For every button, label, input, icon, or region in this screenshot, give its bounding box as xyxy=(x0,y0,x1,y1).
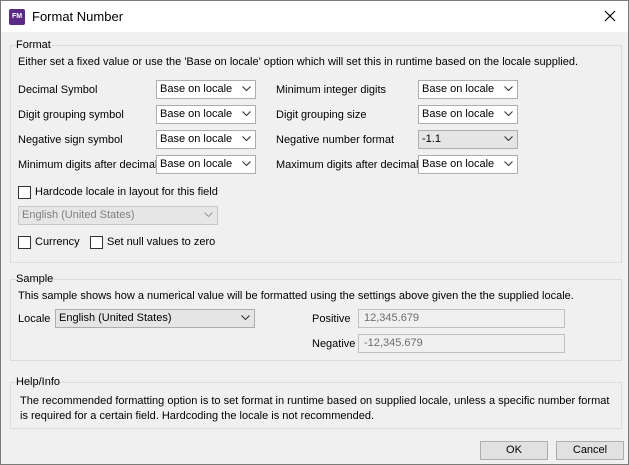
help-group-title: Help/Info xyxy=(16,376,61,388)
null-to-zero-label: Set null values to zero xyxy=(107,236,216,248)
chevron-down-icon xyxy=(242,111,251,117)
hardcode-locale-select[interactable]: English (United States) xyxy=(18,206,218,225)
locale-value: English (United States) xyxy=(59,312,172,324)
min-digits-after-decimal-select[interactable]: Base on locale xyxy=(156,155,256,174)
ok-button[interactable]: OK xyxy=(480,441,548,460)
decimal-symbol-value: Base on locale xyxy=(160,83,233,95)
positive-label: Positive xyxy=(312,313,351,325)
min-integer-digits-select[interactable]: Base on locale xyxy=(418,80,518,99)
format-number-dialog: FM Format Number Format Either set a fix… xyxy=(0,0,629,465)
chevron-down-icon xyxy=(242,86,251,92)
locale-label: Locale xyxy=(18,313,51,325)
max-digits-after-decimal-select[interactable]: Base on locale xyxy=(418,155,518,174)
min-digits-after-decimal-value: Base on locale xyxy=(160,158,233,170)
min-integer-digits-value: Base on locale xyxy=(422,83,495,95)
chevron-down-icon xyxy=(241,315,250,321)
help-text: The recommended formatting option is to … xyxy=(20,395,610,422)
negative-sign-symbol-value: Base on locale xyxy=(160,133,233,145)
chevron-down-icon xyxy=(504,111,513,117)
max-digits-after-decimal-value: Base on locale xyxy=(422,158,495,170)
currency-label: Currency xyxy=(35,236,80,248)
close-button[interactable] xyxy=(597,5,623,27)
null-to-zero-checkbox[interactable] xyxy=(90,236,103,249)
format-group xyxy=(10,45,622,263)
hardcode-locale-value: English (United States) xyxy=(22,209,135,221)
app-icon: FM xyxy=(9,9,25,25)
sample-group-title: Sample xyxy=(16,273,54,285)
digit-grouping-symbol-select[interactable]: Base on locale xyxy=(156,105,256,124)
negative-number-format-label: Negative number format xyxy=(276,134,394,146)
sample-description: This sample shows how a numerical value … xyxy=(18,290,574,302)
min-integer-digits-label: Minimum integer digits xyxy=(276,84,387,96)
digit-grouping-symbol-value: Base on locale xyxy=(160,108,233,120)
dialog-title: Format Number xyxy=(32,9,124,24)
negative-number-format-value: -1.1 xyxy=(422,133,441,145)
format-description: Either set a fixed value or use the 'Bas… xyxy=(18,56,579,68)
positive-value: 12,345.679 xyxy=(364,312,420,324)
chevron-down-icon xyxy=(242,136,251,142)
max-digits-after-decimal-label: Maximum digits after decimal xyxy=(276,159,419,171)
negative-sign-symbol-select[interactable]: Base on locale xyxy=(156,130,256,149)
digit-grouping-size-select[interactable]: Base on locale xyxy=(418,105,518,124)
negative-sign-symbol-label: Negative sign symbol xyxy=(18,134,123,146)
negative-number-format-select[interactable]: -1.1 xyxy=(418,130,518,149)
negative-label: Negative xyxy=(312,338,356,350)
hardcode-locale-checkbox[interactable] xyxy=(18,186,31,199)
cancel-button[interactable]: Cancel xyxy=(556,441,624,460)
chevron-down-icon xyxy=(504,136,513,142)
chevron-down-icon xyxy=(242,161,251,167)
chevron-down-icon xyxy=(204,212,213,218)
negative-value: -12,345.679 xyxy=(364,337,423,349)
format-group-title: Format xyxy=(16,39,51,51)
negative-field: -12,345.679 xyxy=(358,334,565,353)
chevron-down-icon xyxy=(504,161,513,167)
digit-grouping-size-value: Base on locale xyxy=(422,108,495,120)
locale-select[interactable]: English (United States) xyxy=(55,309,255,328)
positive-field: 12,345.679 xyxy=(358,309,565,328)
chevron-down-icon xyxy=(504,86,513,92)
decimal-symbol-select[interactable]: Base on locale xyxy=(156,80,256,99)
digit-grouping-size-label: Digit grouping size xyxy=(276,109,367,121)
close-icon xyxy=(604,10,616,22)
decimal-symbol-label: Decimal Symbol xyxy=(18,84,98,96)
digit-grouping-symbol-label: Digit grouping symbol xyxy=(18,109,124,121)
hardcode-locale-label: Hardcode locale in layout for this field xyxy=(35,186,218,198)
currency-checkbox[interactable] xyxy=(18,236,31,249)
min-digits-after-decimal-label: Minimum digits after decimal xyxy=(18,159,158,171)
title-bar: FM Format Number xyxy=(1,1,628,32)
